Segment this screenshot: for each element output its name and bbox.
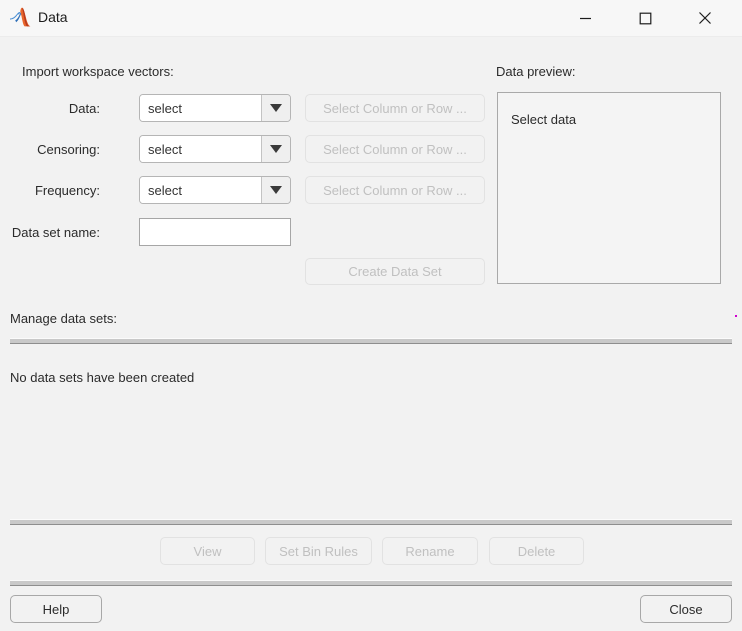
maximize-icon bbox=[639, 12, 652, 25]
view-button[interactable]: View bbox=[160, 537, 255, 565]
dataset-name-label: Data set name: bbox=[11, 225, 100, 240]
window-titlebar: Data bbox=[0, 0, 742, 37]
data-preview-panel: Select data bbox=[497, 92, 721, 284]
close-button[interactable]: Close bbox=[640, 595, 732, 623]
data-field-label: Data: bbox=[68, 101, 100, 116]
minimize-button[interactable] bbox=[562, 0, 608, 36]
rename-button[interactable]: Rename bbox=[382, 537, 478, 565]
data-preview-text: Select data bbox=[511, 112, 577, 127]
dataset-name-input[interactable] bbox=[139, 218, 291, 246]
data-preview-heading: Data preview: bbox=[496, 64, 576, 79]
separator-top bbox=[10, 338, 732, 344]
set-bin-rules-button[interactable]: Set Bin Rules bbox=[265, 537, 372, 565]
chevron-down-icon[interactable] bbox=[261, 177, 290, 203]
create-data-set-button[interactable]: Create Data Set bbox=[305, 258, 485, 285]
chevron-down-icon[interactable] bbox=[261, 95, 290, 121]
close-icon bbox=[698, 11, 712, 25]
censoring-combo-value: select bbox=[140, 136, 261, 162]
empty-data-sets-message: No data sets have been created bbox=[10, 370, 195, 385]
chevron-down-icon[interactable] bbox=[261, 136, 290, 162]
manage-data-sets-heading: Manage data sets: bbox=[10, 311, 117, 326]
import-section-heading: Import workspace vectors: bbox=[22, 64, 174, 79]
frequency-select-column-button[interactable]: Select Column or Row ... bbox=[305, 176, 485, 204]
data-select-column-button[interactable]: Select Column or Row ... bbox=[305, 94, 485, 122]
minimize-icon bbox=[579, 12, 592, 25]
help-button[interactable]: Help bbox=[10, 595, 102, 623]
delete-button[interactable]: Delete bbox=[489, 537, 584, 565]
window-title: Data bbox=[38, 9, 68, 25]
separator-bottom bbox=[10, 580, 732, 586]
frequency-field-label: Frequency: bbox=[34, 183, 100, 198]
close-window-button[interactable] bbox=[682, 0, 728, 36]
frequency-combo[interactable]: select bbox=[139, 176, 291, 204]
matlab-membrane-icon bbox=[10, 7, 32, 28]
separator-middle bbox=[10, 519, 732, 525]
maximize-button[interactable] bbox=[622, 0, 668, 36]
censoring-combo[interactable]: select bbox=[139, 135, 291, 163]
censoring-field-label: Censoring: bbox=[37, 142, 100, 157]
data-combo[interactable]: select bbox=[139, 94, 291, 122]
frequency-combo-value: select bbox=[140, 177, 261, 203]
censoring-select-column-button[interactable]: Select Column or Row ... bbox=[305, 135, 485, 163]
render-artifact-pixel bbox=[735, 315, 737, 317]
data-combo-value: select bbox=[140, 95, 261, 121]
